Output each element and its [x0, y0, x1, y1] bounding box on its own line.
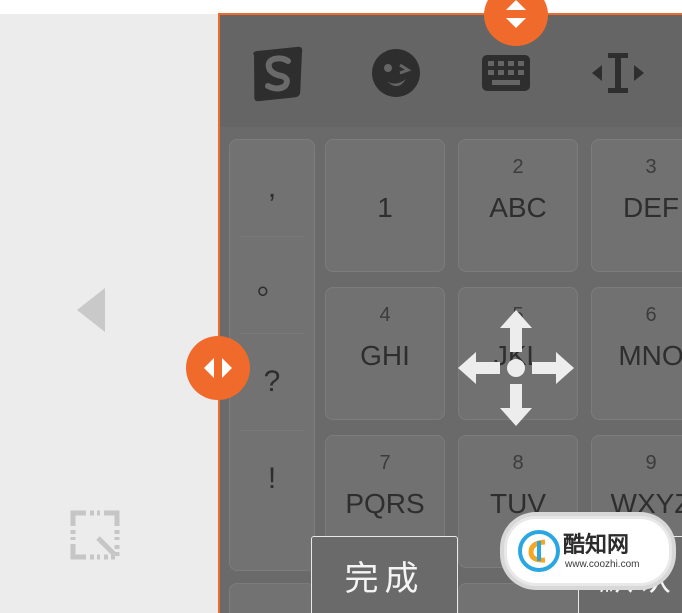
cursor-move-icon[interactable] — [588, 43, 648, 103]
key-3[interactable]: 3 DEF — [591, 139, 682, 272]
resize-vertical-handle[interactable] — [484, 0, 548, 46]
resize-horizontal-icon — [204, 358, 232, 378]
watermark-title: 酷知网 — [563, 533, 630, 558]
collapse-left-arrow-icon[interactable] — [77, 288, 105, 332]
top-strip — [0, 0, 682, 14]
key-1[interactable]: 1 — [325, 139, 445, 272]
done-button-label: 完成 — [344, 559, 425, 599]
key-number: 3 — [645, 156, 657, 178]
bottom-key[interactable] — [458, 583, 580, 613]
key-6[interactable]: 6 MNO — [591, 287, 682, 420]
key-2[interactable]: 2 ABC — [458, 139, 578, 272]
key-number: 2 — [512, 156, 524, 178]
key-number: 9 — [645, 452, 657, 474]
done-button[interactable]: 完成 — [311, 536, 458, 613]
resize-vertical-icon — [506, 0, 526, 28]
key-label: GHI — [360, 340, 410, 371]
move-drag-icon[interactable] — [456, 308, 576, 428]
key-label: ABC — [489, 192, 547, 223]
punct-comma-key[interactable]: , — [240, 140, 304, 237]
key-label: MNO — [618, 340, 682, 371]
key-number: 6 — [645, 304, 657, 326]
watermark-url: www.coozhi.com — [565, 559, 640, 570]
resize-horizontal-handle[interactable] — [186, 336, 250, 400]
punct-period-key[interactable]: 。 — [240, 237, 304, 334]
key-number: 8 — [512, 452, 524, 474]
keyboard-toolbar — [220, 15, 682, 127]
key-number: 4 — [379, 304, 391, 326]
emoji-icon[interactable] — [366, 43, 426, 103]
watermark-logo-icon — [518, 530, 560, 572]
key-number: 7 — [379, 452, 391, 474]
watermark-badge: 酷知网 www.coozhi.com — [504, 516, 672, 586]
punct-exclaim-key[interactable]: ! — [240, 431, 304, 527]
fullscreen-expand-icon[interactable] — [70, 510, 120, 560]
key-label: 1 — [377, 192, 393, 223]
sogou-logo-icon[interactable] — [248, 43, 308, 103]
key-label: DEF — [623, 192, 679, 223]
key-label: PQRS — [345, 488, 425, 519]
key-4[interactable]: 4 GHI — [325, 287, 445, 420]
bottom-key[interactable] — [229, 583, 315, 613]
keyboard-icon[interactable] — [476, 43, 536, 103]
